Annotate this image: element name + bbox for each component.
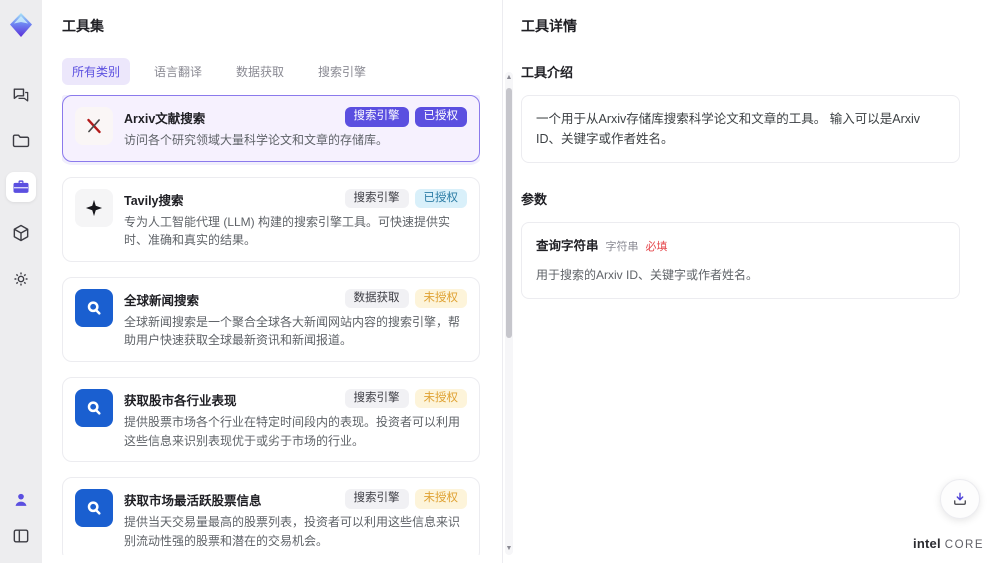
scrollbar-thumb[interactable] [506, 88, 512, 338]
tools-panel-title: 工具集 [62, 18, 104, 34]
rail-bottom [6, 485, 36, 551]
tool-card[interactable]: 全球新闻搜索 数据获取 未授权全球新闻搜索是一个聚合全球各大新闻网站内容的搜索引擎，… [62, 276, 480, 362]
tool-name: 获取市场最活跃股票信息 [124, 494, 262, 509]
core-wordmark: CORE [944, 539, 984, 551]
nav-folder-icon[interactable] [6, 126, 36, 156]
scroll-up-icon[interactable]: ▲ [505, 74, 513, 82]
category-tab[interactable]: 语言翻译 [144, 58, 212, 85]
param-card: 查询字符串 字符串 必填 用于搜索的Arxiv ID、关键字或作者姓名。 [521, 222, 960, 299]
tool-card[interactable]: Tavily搜索 搜索引擎 已授权专为人工智能代理 (LLM) 构建的搜索引擎工具。… [62, 176, 480, 262]
param-required-badge: 必填 [645, 241, 668, 253]
tool-intro-text: 一个用于从Arxiv存储库搜索科学论文和文章的工具。 输入可以是Arxiv ID… [521, 95, 960, 163]
auth-status-badge: 已授权 [414, 188, 467, 209]
stock-search-icon [75, 489, 113, 528]
category-tabs: 所有类别 语言翻译 数据获取 搜索引擎 [62, 58, 502, 85]
auth-status-badge: 已授权 [414, 107, 467, 127]
left-rail [0, 0, 42, 563]
arxiv-icon [75, 107, 113, 145]
category-badge: 搜索引擎 [344, 388, 409, 409]
tools-panel: 工具集 所有类别 语言翻译 数据获取 搜索引擎 Arxiv文献搜索 搜索引擎 已授权 访问各… [42, 0, 513, 563]
tool-description: 专为人工智能代理 (LLM) 构建的搜索引擎工具。可快速提供实时、准确和真实的结… [124, 214, 451, 248]
category-badge: 搜索引擎 [344, 489, 409, 509]
category-badge: 数据获取 [344, 288, 409, 309]
auth-status-badge: 未授权 [414, 489, 467, 509]
download-button[interactable] [940, 479, 980, 519]
tavily-star-icon [75, 188, 113, 227]
param-name: 查询字符串 [536, 239, 599, 253]
nav-toolbox-icon[interactable] [6, 172, 36, 202]
category-badge: 搜索引擎 [344, 107, 409, 127]
nav-settings-icon[interactable] [6, 264, 36, 294]
tool-name: Tavily搜索 [124, 193, 184, 208]
rail-nav [6, 80, 36, 294]
tool-details-panel: 工具详情 工具介绍 一个用于从Arxiv存储库搜索科学论文和文章的工具。 输入可… [503, 0, 1000, 563]
stock-search-icon [75, 388, 113, 427]
news-search-icon [75, 288, 113, 327]
params-heading: 参数 [521, 192, 548, 207]
intel-core-logo: intel CORE [913, 536, 984, 551]
tool-description: 提供当天交易量最高的股票列表，投资者可以利用这些信息来识别流动性强的股票和潜在的… [124, 515, 461, 548]
list-scrollbar[interactable]: ▲ ▼ [505, 72, 513, 555]
tool-name: 获取股市各行业表现 [124, 393, 237, 408]
category-tab[interactable]: 所有类别 [62, 58, 131, 85]
intro-heading: 工具介绍 [521, 65, 574, 80]
tool-list: Arxiv文献搜索 搜索引擎 已授权 访问各个研究领域大量科学论文和文章的存储库。 Ta… [62, 95, 480, 555]
tool-name: Arxiv文献搜索 [124, 112, 206, 126]
nav-chat-icon[interactable] [6, 80, 36, 110]
tool-description: 访问各个研究领域大量科学论文和文章的存储库。 [124, 133, 389, 147]
nav-cube-icon[interactable] [6, 218, 36, 248]
category-tab[interactable]: 搜索引擎 [308, 58, 376, 85]
category-tab[interactable]: 数据获取 [226, 58, 294, 85]
app-logo-icon[interactable] [6, 10, 36, 40]
tool-name: 全球新闻搜索 [124, 293, 200, 308]
scroll-down-icon[interactable]: ▼ [505, 545, 513, 553]
panel-toggle-icon[interactable] [6, 521, 36, 551]
tool-card[interactable]: Arxiv文献搜索 搜索引擎 已授权访问各个研究领域大量科学论文和文章的存储库。 [62, 95, 480, 162]
auth-status-badge: 未授权 [414, 388, 467, 409]
param-type: 字符串 [605, 241, 639, 253]
tool-card[interactable]: 获取股市各行业表现 搜索引擎 未授权提供股票市场各个行业在特定时间段内的表现。投资者… [62, 376, 480, 463]
details-title: 工具详情 [521, 18, 577, 34]
tool-description: 提供股票市场各个行业在特定时间段内的表现。投资者可以利用这些信息来识别表现优于或… [124, 414, 461, 448]
category-badge: 搜索引擎 [344, 188, 409, 209]
auth-status-badge: 未授权 [414, 288, 467, 309]
tool-description: 全球新闻搜索是一个聚合全球各大新闻网站内容的搜索引擎，帮助用户快速获取全球最新资… [124, 314, 461, 348]
intel-wordmark: intel [913, 536, 941, 551]
param-description: 用于搜索的Arxiv ID、关键字或作者姓名。 [536, 267, 759, 282]
download-icon [954, 492, 966, 505]
app-window: 工具集 所有类别 语言翻译 数据获取 搜索引擎 Arxiv文献搜索 搜索引擎 已授权 访问各… [0, 0, 1000, 563]
user-avatar-icon[interactable] [6, 485, 36, 515]
tool-card[interactable]: 获取市场最活跃股票信息 搜索引擎 未授权提供当天交易量最高的股票列表，投资者可以利用… [62, 477, 480, 555]
param-head: 查询字符串 字符串 必填 [536, 236, 945, 257]
